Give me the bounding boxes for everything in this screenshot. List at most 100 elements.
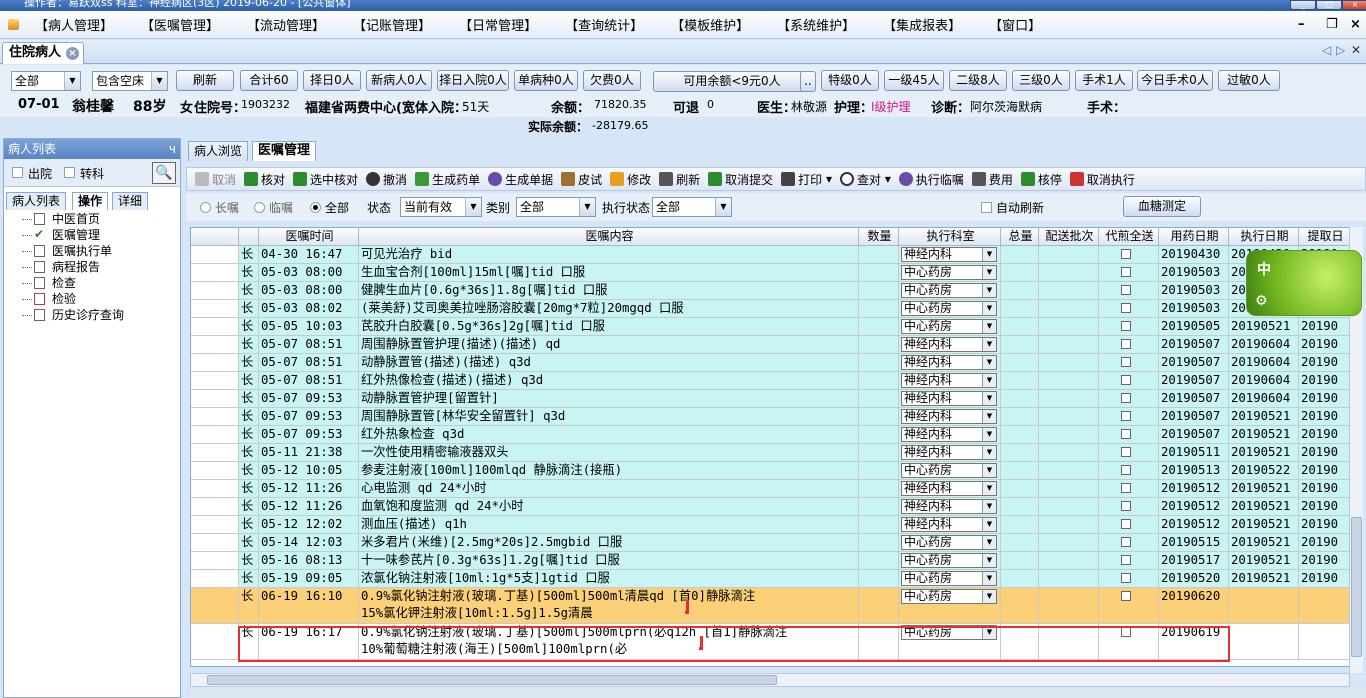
table-row-selected[interactable]: 长 06-19 16:17 0.9%氯化钠注射液(玻璃.丁基)[500ml]50… [191, 624, 1349, 660]
decoct-checkbox[interactable] [1121, 429, 1131, 439]
gear-icon[interactable]: ⚙ [1255, 293, 1268, 309]
menu-flow[interactable]: 【流动管理】 [231, 15, 325, 34]
header-qty[interactable]: 数量 [859, 228, 899, 246]
status-select[interactable]: 当前有效 ▼ [400, 197, 482, 217]
decoct-checkbox[interactable] [1121, 519, 1131, 529]
table-row[interactable]: 长 05-07 08:51 动静脉置管(描述)(描述) q3d 神经内科 ▼ 201905… [191, 354, 1349, 372]
decoct-checkbox[interactable] [1121, 483, 1131, 493]
transfer-checkbox[interactable] [64, 167, 75, 178]
tree-item-progress-report[interactable]: 病程报告 [4, 259, 180, 275]
table-row[interactable]: 长 05-03 08:02 (莱美舒)艾司奥美拉唑肠溶胶囊[20mg*7粒]20mg… [191, 300, 1349, 318]
long-order-radio[interactable] [200, 202, 211, 213]
decoct-checkbox[interactable] [1121, 393, 1131, 403]
single-disease-button[interactable]: 单病种0人 [514, 70, 578, 91]
decoct-checkbox[interactable] [1121, 339, 1131, 349]
header-time[interactable]: 医嘱时间 [259, 228, 359, 246]
tab-order-management[interactable]: 医嘱管理 [252, 141, 317, 161]
tab-inpatient[interactable]: 住院病人 × [2, 42, 84, 64]
mdi-close-icon[interactable]: × [1350, 17, 1361, 32]
new-patient-button[interactable]: 新病人0人 [366, 70, 432, 91]
table-row[interactable]: 长 05-11 21:38 一次性使用精密输液器双头 神经内科 ▼ 20190511 201… [191, 444, 1349, 462]
dept-select[interactable]: 中心药房 ▼ [901, 265, 997, 280]
tree-item-lab-test[interactable]: 检验 [4, 291, 180, 307]
dept-select[interactable]: 神经内科 ▼ [901, 337, 997, 352]
glucose-test-button[interactable]: 血糖测定 [1123, 196, 1201, 217]
refresh-tool[interactable]: 刷新 [659, 171, 700, 188]
all-order-radio[interactable] [310, 202, 321, 213]
dept-select[interactable]: 中心药房 ▼ [901, 535, 997, 550]
decoct-checkbox[interactable] [1121, 555, 1131, 565]
table-row[interactable]: 长04-30 16:47可见光治疗 bid神经内科▼20190430201904… [191, 246, 1349, 264]
tree-item-order-management[interactable]: ✔ 医嘱管理 [4, 227, 180, 243]
revoke-tool[interactable]: 撤消 [366, 171, 407, 188]
dept-select[interactable]: 中心药房 ▼ [901, 283, 997, 298]
menu-query[interactable]: 【查询统计】 [549, 15, 643, 34]
dept-select[interactable]: 神经内科 ▼ [901, 355, 997, 370]
close-button[interactable]: × [1342, 0, 1366, 10]
tab-operations[interactable]: 操作 [72, 192, 109, 210]
header-decoct[interactable]: 代煎全送 [1099, 228, 1159, 246]
surgery-button[interactable]: 手术1人 [1075, 70, 1133, 91]
dept-select[interactable]: 神经内科 ▼ [901, 391, 997, 406]
menu-billing[interactable]: 【记账管理】 [337, 15, 431, 34]
decoct-checkbox[interactable] [1121, 267, 1131, 277]
cancel-execute-tool[interactable]: 取消执行 [1069, 171, 1135, 188]
decoct-checkbox[interactable] [1121, 537, 1131, 547]
table-row[interactable]: 长 05-07 09:53 动静脉置管护理[留置针] 神经内科 ▼ 20190507 201… [191, 390, 1349, 408]
dept-select[interactable]: 神经内科 ▼ [901, 373, 997, 388]
decoct-checkbox[interactable] [1121, 357, 1131, 367]
table-row[interactable]: 长 05-07 08:51 红外热像检查(描述)(描述) q3d 神经内科 ▼ 20190… [191, 372, 1349, 390]
scheduled-button[interactable]: 择日0人 [303, 70, 361, 91]
dept-select[interactable]: 神经内科 ▼ [901, 517, 997, 532]
cancel-tool[interactable]: 取消 [195, 171, 236, 188]
table-row[interactable]: 长 05-19 09:05 浓氯化钠注射液[10ml:1g*5支]1gtid 口服 中… [191, 570, 1349, 588]
skin-test-tool[interactable]: 皮试 [561, 171, 602, 188]
tab-prev-icon[interactable]: ◁ [1322, 43, 1331, 57]
dept-select[interactable]: 神经内科 ▼ [901, 247, 997, 262]
decoct-checkbox[interactable] [1121, 375, 1131, 385]
header-content[interactable]: 医嘱内容 [359, 228, 859, 246]
low-balance-button[interactable]: 可用余额<9元0人 [653, 71, 811, 92]
decoct-checkbox[interactable] [1121, 303, 1131, 313]
level1-care-button[interactable]: 一级45人 [884, 70, 944, 91]
scope-select[interactable]: 全部 ▼ [11, 71, 81, 91]
stop-verify-tool[interactable]: 核停 [1020, 171, 1062, 188]
menu-system[interactable]: 【系统维护】 [761, 15, 855, 34]
table-row[interactable]: 长 05-12 12:02 测血压(描述) q1h 神经内科 ▼ 20190512 2019… [191, 516, 1349, 534]
table-row[interactable]: 长 05-07 09:53 红外热象检查 q3d 神经内科 ▼ 20190507 20190… [191, 426, 1349, 444]
mdi-restore-icon[interactable]: ❐ [1326, 17, 1338, 32]
maximize-button[interactable]: □ [1316, 0, 1342, 10]
decoct-checkbox[interactable] [1121, 411, 1131, 421]
tab-next-icon[interactable]: ▷ [1336, 43, 1345, 57]
cancel-submit-tool[interactable]: 取消提交 [708, 171, 773, 188]
minimize-button[interactable]: _ [1290, 0, 1316, 10]
verify-selected-tool[interactable]: 选中核对 [293, 171, 358, 188]
special-care-button[interactable]: 特级0人 [821, 70, 879, 91]
category-select[interactable]: 全部 ▼ [516, 197, 596, 217]
table-row[interactable]: 长 05-16 08:13 十一味参芪片[0.3g*63s]1.2g[嘱]tid 口… [191, 552, 1349, 570]
tree-item-execution-sheet[interactable]: 医嘱执行单 [4, 243, 180, 259]
temp-order-radio[interactable] [254, 202, 265, 213]
more-button[interactable]: .. [800, 71, 816, 92]
dept-select[interactable]: 中心药房 ▼ [901, 625, 997, 640]
table-row[interactable]: 长 05-07 09:53 周围静脉置管[林华安全留置针] q3d 神经内科 ▼ 2019… [191, 408, 1349, 426]
scroll-thumb[interactable] [207, 675, 777, 685]
table-row-orange[interactable]: 长 06-19 16:10 0.9%氯化钠注射液(玻璃.丁基)[500ml]50… [191, 588, 1349, 624]
scroll-thumb[interactable] [1351, 517, 1362, 657]
execute-temp-tool[interactable]: 执行临嘱 [898, 171, 964, 188]
edit-tool[interactable]: 修改 [610, 171, 651, 188]
decoct-checkbox[interactable] [1121, 627, 1131, 637]
menu-patient[interactable]: 【病人管理】 [19, 15, 113, 34]
dept-select[interactable]: 中心药房 ▼ [901, 571, 997, 586]
decoct-checkbox[interactable] [1121, 321, 1131, 331]
close-tab-icon[interactable]: × [66, 47, 79, 60]
table-row[interactable]: 长 05-12 11:26 心电监测 qd 24*小时 神经内科 ▼ 20190512 20… [191, 480, 1349, 498]
verify-tool[interactable]: 核对 [244, 171, 285, 188]
table-row[interactable]: 长 05-03 08:00 生血宝合剂[100ml]15ml[嘱]tid 口服 中心药… [191, 264, 1349, 282]
scheduled-admit-button[interactable]: 择日入院0人 [437, 70, 509, 91]
dept-select[interactable]: 神经内科 ▼ [901, 427, 997, 442]
arrears-button[interactable]: 欠费0人 [583, 70, 641, 91]
decoct-checkbox[interactable] [1121, 465, 1131, 475]
dept-select[interactable]: 中心药房 ▼ [901, 553, 997, 568]
dept-select[interactable]: 中心药房 ▼ [901, 301, 997, 316]
